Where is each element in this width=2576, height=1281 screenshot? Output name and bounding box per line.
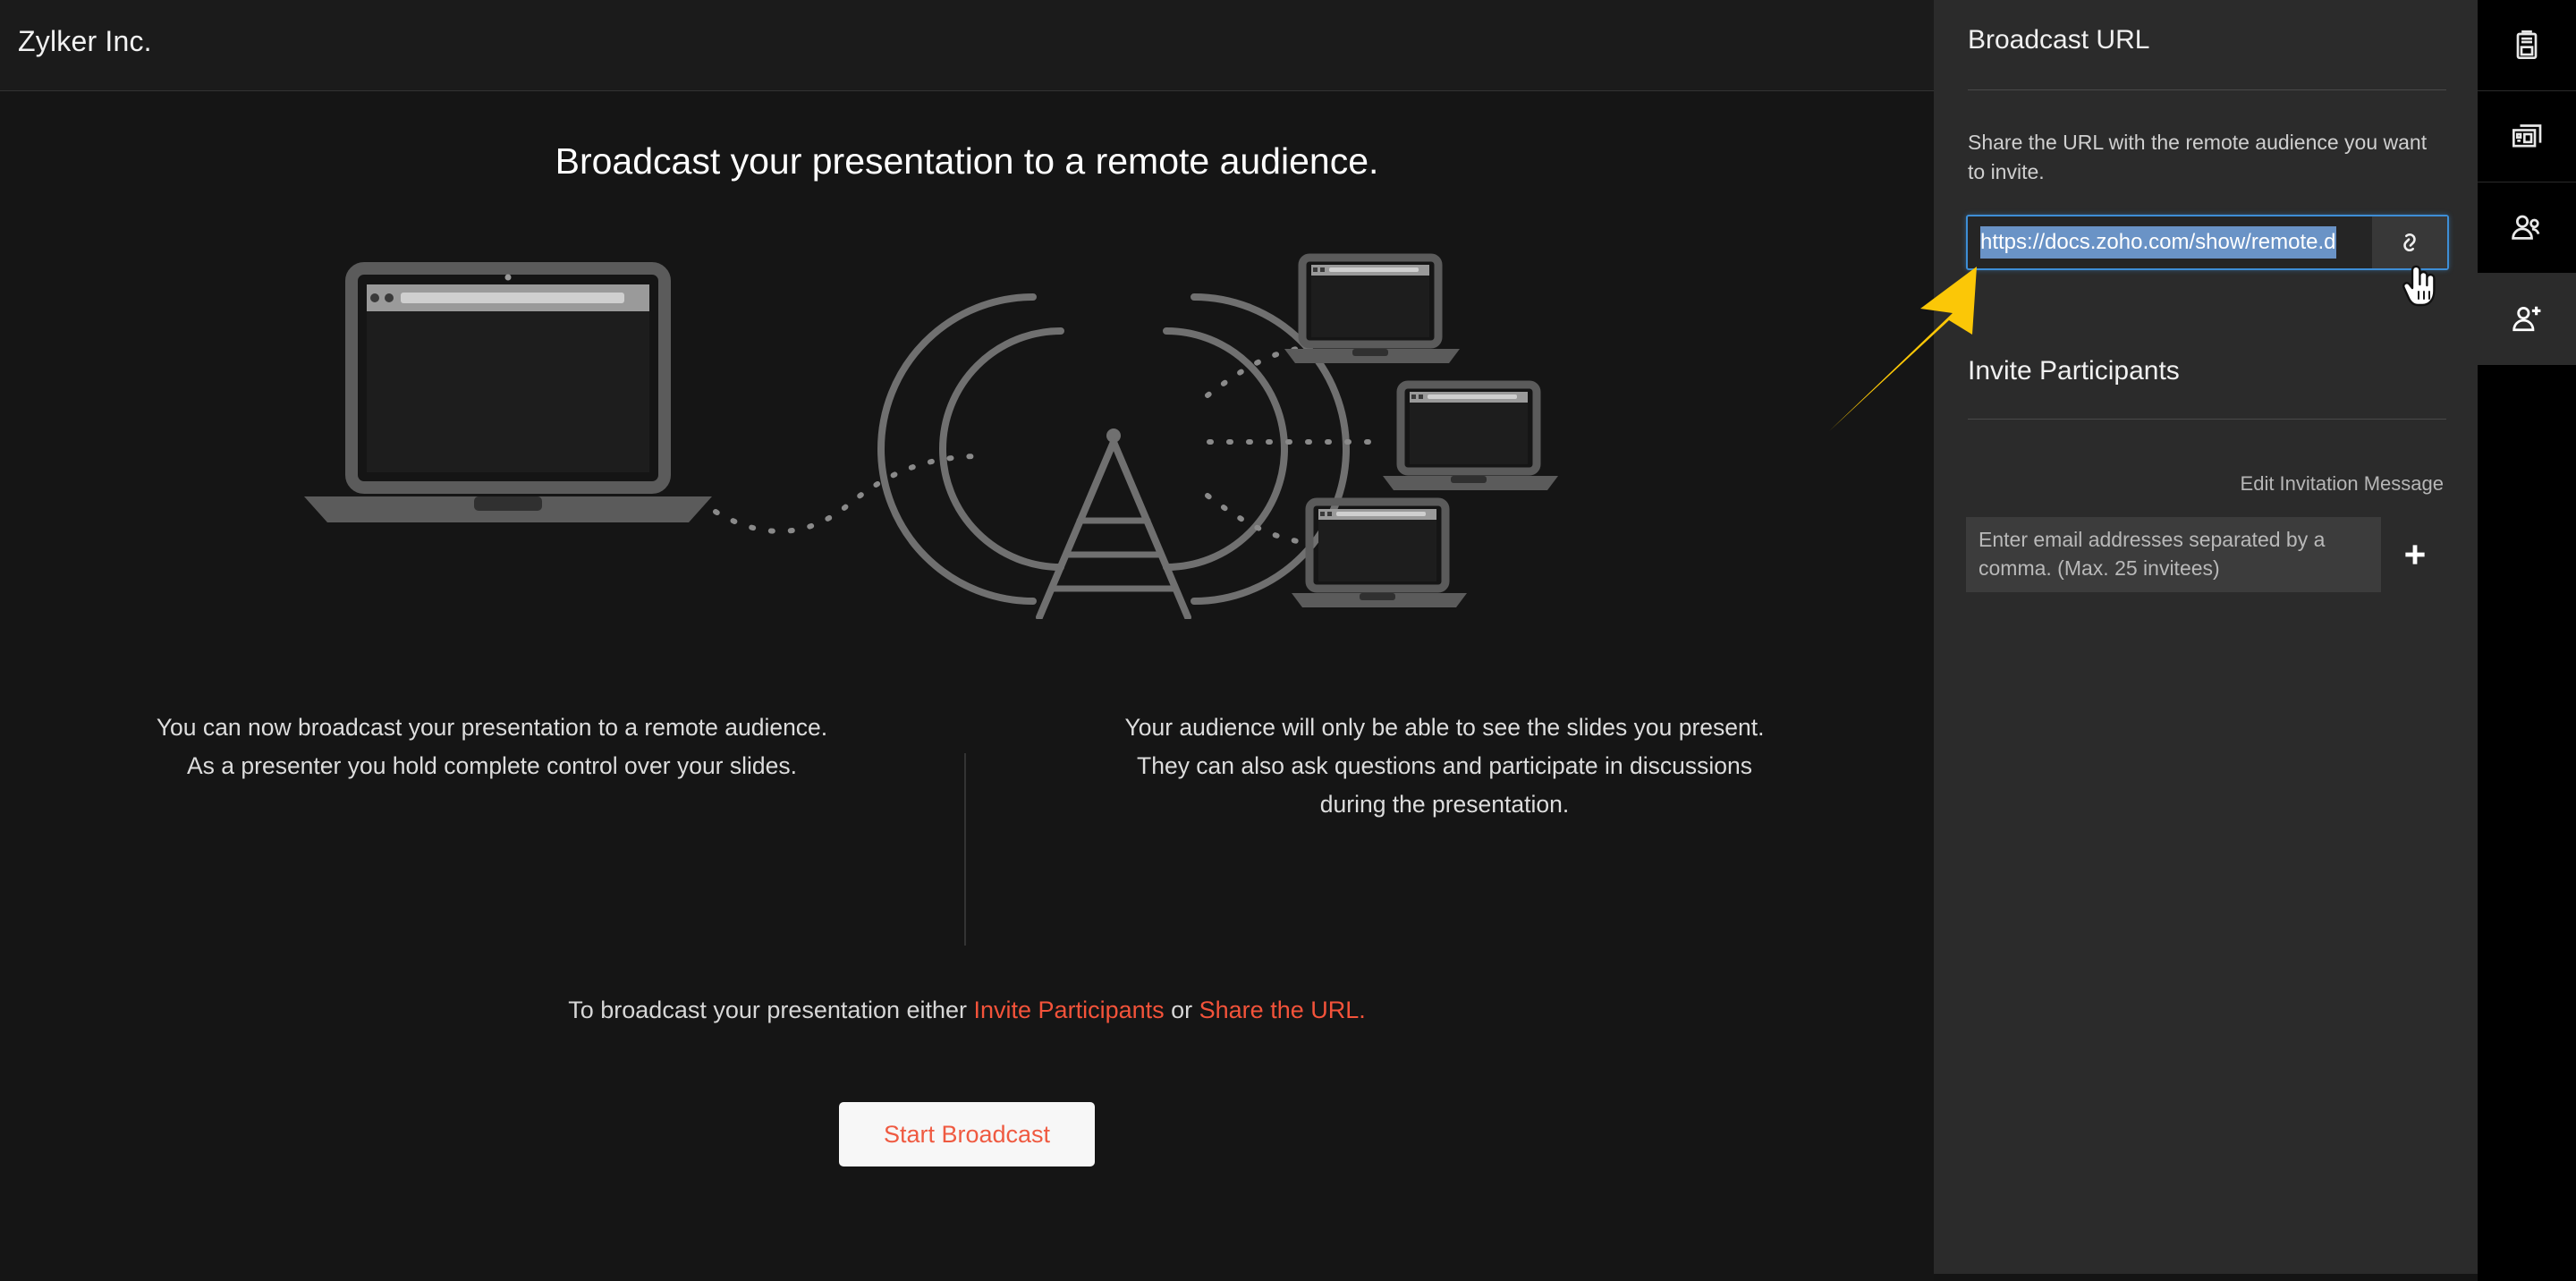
broadcast-illustration — [295, 243, 1637, 621]
right-icon-rail — [2478, 0, 2576, 1281]
cta-text: To broadcast your presentation either In… — [0, 997, 1934, 1024]
broadcast-stage: Broadcast your presentation to a remote … — [0, 91, 1934, 1281]
column-presenter-line2: As a presenter you hold complete control… — [187, 752, 797, 780]
rail-item-notes[interactable] — [2478, 0, 2576, 91]
mouse-cursor — [2399, 261, 2438, 308]
broadcast-url-text: https://docs.zoho.com/show/remote.d — [1980, 226, 2336, 259]
add-invitee-button[interactable] — [2381, 517, 2449, 592]
rail-item-audience[interactable] — [2478, 182, 2576, 274]
notes-icon — [2516, 30, 2538, 59]
feature-columns: You can now broadcast your presentation … — [0, 708, 1934, 914]
app-root: Zylker Inc. Broadcast your presentation … — [0, 0, 2576, 1281]
invite-email-input[interactable] — [1966, 517, 2381, 592]
cta-middle: or — [1164, 997, 1199, 1023]
broadcast-url-divider — [1968, 89, 2446, 90]
annotation-arrow-svg — [1829, 267, 1977, 431]
plus-icon — [2405, 545, 2425, 564]
column-presenter-line1: You can now broadcast your presentation … — [156, 714, 828, 741]
viewer-laptop-icon — [1383, 380, 1558, 490]
start-broadcast-button[interactable]: Start Broadcast — [839, 1102, 1095, 1166]
rail-item-invite[interactable] — [2478, 274, 2576, 365]
share-url-link[interactable]: Share the URL. — [1199, 997, 1366, 1023]
broadcast-illustration-svg — [304, 253, 1558, 621]
edit-invitation-message-link[interactable]: Edit Invitation Message — [2241, 472, 2444, 496]
pointing-hand-cursor-icon — [2402, 265, 2436, 307]
top-bar: Zylker Inc. — [0, 0, 1934, 91]
invite-email-row — [1966, 517, 2449, 592]
column-audience-line3: during the presentation. — [1319, 791, 1570, 819]
column-presenter: You can now broadcast your presentation … — [40, 708, 944, 785]
add-person-icon — [2512, 306, 2541, 332]
signal-path-in — [713, 454, 978, 534]
slides-layout-icon — [2512, 123, 2542, 148]
annotation-arrow — [1820, 259, 2053, 438]
page-title: Zylker Inc. — [18, 25, 152, 57]
rail-item-slides[interactable] — [2478, 91, 2576, 182]
broadcast-side-panel: Broadcast URL Share the URL with the rem… — [1934, 0, 2478, 1274]
people-icon — [2512, 215, 2540, 240]
cta-prefix: To broadcast your presentation either — [568, 997, 974, 1023]
column-audience-line1: Your audience will only be able to see t… — [1124, 714, 1765, 741]
invite-participants-link[interactable]: Invite Participants — [974, 997, 1165, 1023]
stage-headline: Broadcast your presentation to a remote … — [555, 140, 1379, 182]
viewer-laptop-icon — [1284, 253, 1460, 363]
presenter-laptop-icon — [304, 262, 712, 522]
column-audience-line2: They can also ask questions and particip… — [1137, 752, 1752, 780]
broadcast-url-heading: Broadcast URL — [1968, 25, 2150, 55]
column-audience: Your audience will only be able to see t… — [993, 708, 1896, 825]
signal-path-bottom — [1205, 493, 1304, 545]
link-chain-icon — [2403, 233, 2416, 252]
viewer-laptop-icon — [1292, 497, 1467, 607]
broadcast-url-description: Share the URL with the remote audience y… — [1968, 131, 2428, 184]
column-divider — [964, 753, 966, 946]
